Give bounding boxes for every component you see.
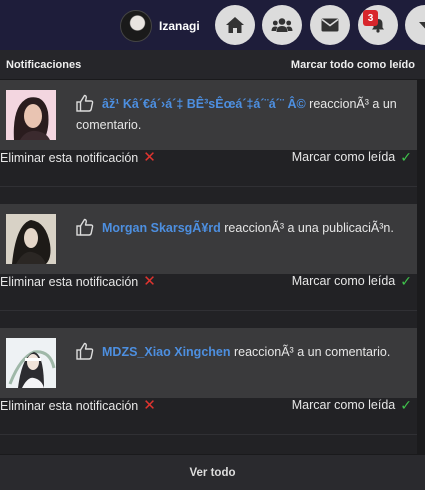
close-icon: ✕ bbox=[143, 149, 156, 166]
mark-all-read-link[interactable]: Marcar todo como leído bbox=[291, 59, 415, 71]
home-button[interactable] bbox=[215, 5, 255, 45]
username: Izanagi bbox=[159, 19, 200, 33]
notification-item[interactable]: âž¹ Kâ´€á´›á´‡ BÊ³sÊœá´‡á´¨á´¨ Â© reacci… bbox=[0, 80, 417, 150]
notification-action: reaccionÃ³ a un comentario. bbox=[230, 345, 391, 359]
notification-action: reaccionÃ³ a una publicaciÃ³n. bbox=[220, 221, 394, 235]
delete-notification-label: Eliminar esta notificación bbox=[0, 398, 139, 413]
messages-button[interactable] bbox=[310, 5, 350, 45]
notification-actions: Eliminar esta notificación ✕ Marcar como… bbox=[0, 150, 417, 172]
view-all-button[interactable]: Ver todo bbox=[0, 454, 425, 490]
user-profile-link[interactable]: Izanagi bbox=[120, 10, 200, 42]
mark-as-read-label: Marcar como leída bbox=[291, 398, 396, 412]
mark-as-read-label: Marcar como leída bbox=[291, 150, 396, 164]
notification-actions: Eliminar esta notificación ✕ Marcar como… bbox=[0, 398, 417, 420]
check-icon: ✓ bbox=[400, 397, 412, 413]
delete-notification-button[interactable]: Eliminar esta notificación ✕ bbox=[0, 150, 156, 165]
mark-as-read-label: Marcar como leída bbox=[291, 274, 396, 288]
mark-as-read-button[interactable]: Marcar como leída ✓ bbox=[292, 274, 412, 288]
notification-avatar bbox=[6, 214, 56, 264]
delete-notification-label: Eliminar esta notificación bbox=[0, 274, 139, 289]
scrollbar[interactable] bbox=[417, 80, 425, 454]
notification-text: Morgan SkarsgÃ¥rd reaccionÃ³ a una publi… bbox=[76, 218, 411, 239]
friends-button[interactable] bbox=[262, 5, 302, 45]
user-avatar bbox=[120, 10, 152, 42]
chevron-down-icon bbox=[419, 22, 425, 29]
notification-username[interactable]: âž¹ Kâ´€á´›á´‡ BÊ³sÊœá´‡á´¨á´¨ Â© bbox=[102, 97, 306, 111]
users-icon bbox=[271, 18, 293, 32]
notification-item[interactable]: Morgan SkarsgÃ¥rd reaccionÃ³ a una publi… bbox=[0, 204, 417, 274]
notification-avatar bbox=[6, 90, 56, 140]
delete-notification-button[interactable]: Eliminar esta notificación ✕ bbox=[0, 398, 156, 413]
panel-title: Notificaciones bbox=[6, 58, 82, 71]
mark-as-read-button[interactable]: Marcar como leída ✓ bbox=[292, 398, 412, 412]
home-icon bbox=[226, 17, 244, 33]
check-icon: ✓ bbox=[400, 149, 412, 165]
notification-username[interactable]: Morgan SkarsgÃ¥rd bbox=[102, 221, 221, 235]
view-all-label: Ver todo bbox=[189, 466, 236, 479]
envelope-icon bbox=[321, 18, 339, 32]
mark-as-read-button[interactable]: Marcar como leída ✓ bbox=[292, 150, 412, 164]
notifications-panel-header: Notificaciones Marcar todo como leído bbox=[0, 50, 425, 80]
account-menu-button[interactable] bbox=[405, 5, 425, 45]
notifications-button[interactable]: 3 bbox=[358, 5, 398, 45]
divider bbox=[0, 310, 417, 311]
delete-notification-button[interactable]: Eliminar esta notificación ✕ bbox=[0, 274, 156, 289]
check-icon: ✓ bbox=[400, 273, 412, 289]
divider bbox=[0, 186, 417, 187]
delete-notification-label: Eliminar esta notificación bbox=[0, 150, 139, 165]
notification-count-badge: 3 bbox=[363, 10, 378, 26]
notification-avatar bbox=[6, 338, 56, 388]
divider bbox=[0, 434, 417, 435]
notification-item[interactable]: MDZS_Xiao Xingchen reaccionÃ³ a un comen… bbox=[0, 328, 417, 398]
top-bar: Izanagi 3 bbox=[0, 0, 425, 50]
notification-actions: Eliminar esta notificación ✕ Marcar como… bbox=[0, 274, 417, 296]
notification-text: âž¹ Kâ´€á´›á´‡ BÊ³sÊœá´‡á´¨á´¨ Â© reacci… bbox=[76, 94, 411, 136]
close-icon: ✕ bbox=[143, 397, 156, 414]
close-icon: ✕ bbox=[143, 273, 156, 290]
notification-text: MDZS_Xiao Xingchen reaccionÃ³ a un comen… bbox=[76, 342, 411, 363]
notification-username[interactable]: MDZS_Xiao Xingchen bbox=[102, 345, 231, 359]
